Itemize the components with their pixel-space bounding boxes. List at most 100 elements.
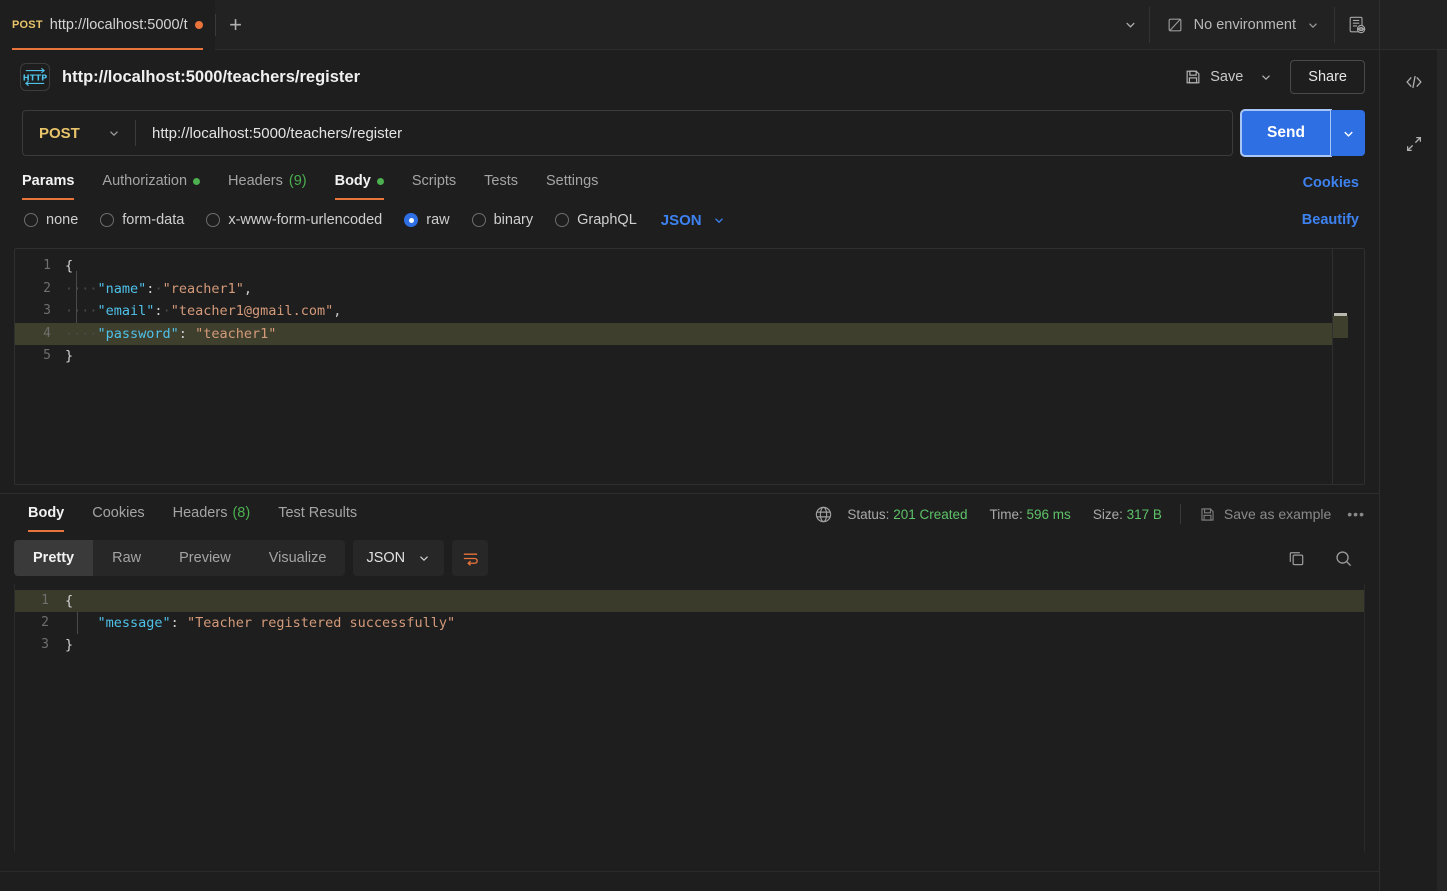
tab-settings-label: Settings [546,173,599,189]
word-wrap-icon[interactable] [452,540,489,576]
status-bar [0,871,1379,891]
save-button-label: Save [1210,69,1244,85]
response-code-line: 2 "message": "Teacher registered success… [15,612,1364,634]
body-format-select[interactable]: JSON [661,212,726,229]
tab-body[interactable]: Body [321,162,398,200]
floppy-disk-icon [1199,506,1216,523]
response-action-icons [1287,549,1365,568]
response-format-chevron-down-icon [417,551,431,565]
response-tab-body-label: Body [28,505,65,521]
response-tab-headers[interactable]: Headers (8) [159,494,265,532]
tab-tests[interactable]: Tests [470,162,532,200]
tab-params[interactable]: Params [22,162,88,200]
response-code-line: 3 } [15,634,1364,656]
request-body-editor[interactable]: 1 { 2 ····"name":·"reacher1", 3 ····"ema… [14,248,1365,485]
code-value: "teacher1" [195,325,277,342]
http-method-select[interactable]: POST [23,111,135,155]
code-brace: } [65,348,74,364]
status-divider [1179,504,1181,524]
tab-authorization[interactable]: Authorization [88,162,214,200]
save-as-example-label: Save as example [1223,506,1332,522]
code-line: 1 { [15,255,1332,278]
time-label: Time: [989,506,1023,522]
url-bar: POST [22,110,1233,156]
time-badge: Time: 596 ms [990,507,1071,522]
body-type-raw-label: raw [426,212,450,228]
body-active-dot [376,177,384,185]
environment-selector[interactable]: No environment [1150,0,1334,50]
response-body-viewer[interactable]: 1 { 2 "message": "Teacher registered suc… [14,584,1365,852]
size-badge: Size: 317 B [1093,507,1162,522]
window-scrollbar[interactable] [1437,50,1447,891]
save-options-chevron-down-icon[interactable] [1252,62,1280,92]
tab-params-label: Params [22,173,75,189]
share-button[interactable]: Share [1290,60,1365,94]
editor-scrollbar[interactable] [1332,249,1348,484]
response-format-label: JSON [366,550,406,566]
body-type-none[interactable]: none [24,212,78,228]
tab-method-label: POST [12,19,43,31]
radio-graphql-icon [555,213,570,227]
body-type-binary[interactable]: binary [471,212,533,228]
code-comma: , [333,303,342,319]
code-colon: : [154,303,163,319]
response-more-options-button[interactable]: ••• [1347,506,1365,522]
request-tab-item[interactable]: POST http://localhost:5000/t [0,0,215,50]
globe-icon [814,505,833,524]
status-value: 201 Created [893,506,968,522]
request-code-area[interactable]: 1 { 2 ····"name":·"reacher1", 3 ····"ema… [15,249,1332,484]
view-mode-visualize[interactable]: Visualize [250,540,346,576]
body-type-none-label: none [46,212,79,228]
response-tab-cookies[interactable]: Cookies [78,494,158,532]
editor-scrollbar-highlight [1333,316,1348,338]
cookies-link[interactable]: Cookies [1303,175,1359,200]
save-as-example-button[interactable]: Save as example [1199,506,1331,523]
editor-right-padding [1348,249,1364,484]
response-tab-body[interactable]: Body [14,494,78,532]
radio-form-data-icon [100,213,115,227]
code-key: "email" [97,303,155,319]
tab-scripts[interactable]: Scripts [398,162,470,200]
save-button[interactable]: Save [1175,62,1252,92]
code-comma: , [243,280,252,297]
active-tab-indicator [12,48,203,50]
body-type-form-data[interactable]: form-data [100,212,184,228]
send-options-chevron-down-icon[interactable] [1331,110,1365,156]
view-mode-preview[interactable]: Preview [160,540,250,576]
size-value: 317 B [1126,506,1162,522]
line-number: 3 [43,303,51,318]
tab-title-label: http://localhost:5000/t [49,17,188,33]
response-code-area[interactable]: 1 { 2 "message": "Teacher registered suc… [15,584,1364,656]
response-status-area: Status: 201 Created Time: 596 ms Size: 3… [814,504,1365,532]
code-value: "teacher1@gmail.com" [170,303,334,319]
code-line-active: 4 ····"password": "teacher1" [15,322,1332,345]
request-header: HTTP http://localhost:5000/teachers/regi… [0,50,1379,104]
line-number: 3 [41,637,49,652]
body-type-raw[interactable]: raw [404,212,450,228]
copy-icon[interactable] [1287,549,1306,568]
url-input[interactable] [136,111,1232,155]
environment-chevron-down-icon [1306,18,1320,32]
editor-scrollbar-thumb[interactable] [1334,313,1347,316]
send-button[interactable]: Send [1240,109,1332,157]
response-tab-test-results[interactable]: Test Results [264,494,371,532]
tab-list-chevron-down-icon[interactable] [1113,0,1149,50]
environment-quick-look-icon[interactable] [1335,0,1379,50]
view-mode-pretty[interactable]: Pretty [14,540,94,576]
radio-raw-icon [404,213,419,227]
body-type-graphql[interactable]: GraphQL [555,212,637,228]
response-code-line-active: 1 { [15,590,1364,612]
tab-settings[interactable]: Settings [532,162,612,200]
response-header: Body Cookies Headers (8) Test Results St… [0,494,1379,532]
new-tab-button[interactable]: + [216,0,256,49]
view-mode-raw[interactable]: Raw [93,540,160,576]
body-type-urlencoded[interactable]: x-www-form-urlencoded [206,212,382,228]
line-number: 2 [41,615,49,630]
tab-headers[interactable]: Headers (9) [214,162,321,200]
beautify-button[interactable]: Beautify [1302,212,1359,228]
tab-headers-label: Headers [228,173,283,189]
code-brace: { [65,258,74,274]
search-icon[interactable] [1334,549,1353,568]
line-number: 5 [43,348,51,363]
response-format-select[interactable]: JSON [353,540,445,576]
